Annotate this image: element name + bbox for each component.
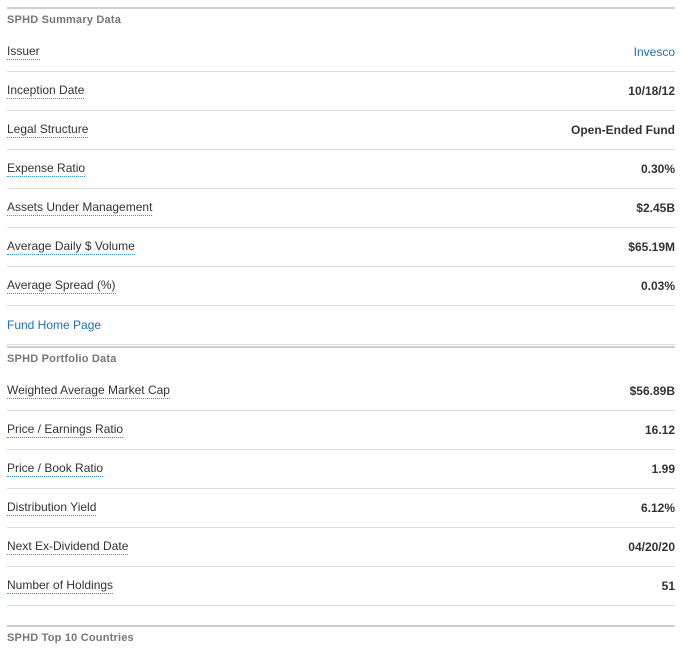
row-label[interactable]: Average Spread (%): [7, 278, 116, 294]
row-label[interactable]: Average Daily $ Volume: [7, 239, 135, 255]
table-row-expense-ratio: Expense Ratio 0.30%: [7, 150, 675, 189]
top-countries-section-title: SPHD Top 10 Countries: [7, 625, 675, 651]
table-row-number-of-holdings: Number of Holdings 51: [7, 567, 675, 606]
row-label[interactable]: Legal Structure: [7, 122, 89, 138]
table-row-pe-ratio: Price / Earnings Ratio 16.12: [7, 411, 675, 450]
row-label[interactable]: Price / Book Ratio: [7, 461, 104, 477]
row-value: 6.12%: [640, 501, 675, 515]
table-row-market-cap: Weighted Average Market Cap $56.89B: [7, 372, 675, 411]
row-label[interactable]: Next Ex-Dividend Date: [7, 539, 129, 555]
portfolio-data-panel: SPHD Portfolio Data Weighted Average Mar…: [7, 346, 675, 606]
row-label[interactable]: Price / Earnings Ratio: [7, 422, 124, 438]
issuer-link[interactable]: Invesco: [634, 45, 675, 59]
row-label[interactable]: Weighted Average Market Cap: [7, 383, 170, 399]
table-row-issuer: Issuer Invesco: [7, 33, 675, 72]
row-value: 1.99: [651, 462, 675, 476]
row-value: 0.03%: [640, 279, 675, 293]
row-value: 0.30%: [640, 162, 675, 176]
table-row-ex-dividend-date: Next Ex-Dividend Date 04/20/20: [7, 528, 675, 567]
row-value: 10/18/12: [628, 84, 675, 98]
row-value: 51: [661, 579, 675, 593]
row-label[interactable]: Expense Ratio: [7, 161, 86, 177]
table-row-aum: Assets Under Management $2.45B: [7, 189, 675, 228]
row-label[interactable]: Inception Date: [7, 83, 85, 99]
row-label[interactable]: Number of Holdings: [7, 578, 114, 594]
table-row-pb-ratio: Price / Book Ratio 1.99: [7, 450, 675, 489]
row-value: 04/20/20: [628, 540, 675, 554]
row-value: Open-Ended Fund: [571, 123, 675, 137]
row-label[interactable]: Distribution Yield: [7, 500, 97, 516]
row-value: $65.19M: [628, 240, 675, 254]
row-label[interactable]: Assets Under Management: [7, 200, 153, 216]
summary-section-title: SPHD Summary Data: [7, 7, 675, 33]
table-row-avg-daily-volume: Average Daily $ Volume $65.19M: [7, 228, 675, 267]
table-row-fund-home: Fund Home Page: [7, 306, 675, 345]
table-row-distribution-yield: Distribution Yield 6.12%: [7, 489, 675, 528]
summary-data-panel: SPHD Summary Data Issuer Invesco Incepti…: [7, 7, 675, 345]
row-value: 16.12: [644, 423, 675, 437]
table-row-avg-spread: Average Spread (%) 0.03%: [7, 267, 675, 306]
row-label[interactable]: Issuer: [7, 44, 40, 60]
fund-home-page-link[interactable]: Fund Home Page: [7, 318, 101, 332]
table-row-inception-date: Inception Date 10/18/12: [7, 72, 675, 111]
row-value: $2.45B: [636, 201, 675, 215]
top-countries-panel: SPHD Top 10 Countries: [7, 625, 675, 651]
portfolio-section-title: SPHD Portfolio Data: [7, 346, 675, 372]
row-value: $56.89B: [629, 384, 675, 398]
table-row-legal-structure: Legal Structure Open-Ended Fund: [7, 111, 675, 150]
